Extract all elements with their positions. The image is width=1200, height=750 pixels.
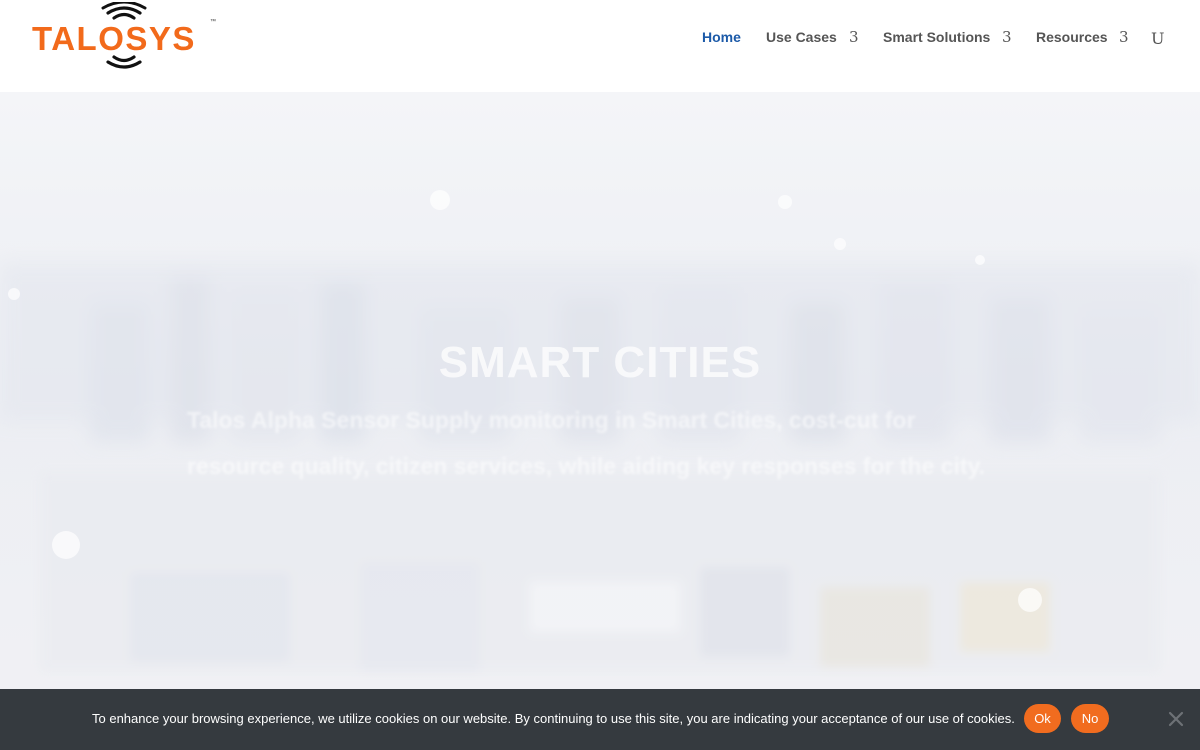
- logo-wordmark: TALOSYS: [32, 20, 196, 57]
- hero-description: Talos Alpha Sensor Supply monitoring in …: [187, 407, 986, 479]
- hero-title: SMART CITIES: [438, 338, 762, 387]
- trademark-symbol: ™: [210, 19, 216, 25]
- chevron-down-icon[interactable]: 3: [1002, 26, 1012, 48]
- cookie-message: To enhance your browsing experience, we …: [92, 711, 1015, 726]
- site-header: TALOSYS ™ Home Use Cases 3 Smart Solutio…: [0, 0, 1200, 92]
- nav-item-resources[interactable]: Resources: [1036, 26, 1108, 48]
- close-icon[interactable]: [1166, 709, 1186, 729]
- hero-section: SMART CITIES Talos Alpha Sensor Supply m…: [0, 92, 1200, 750]
- cookie-consent-bar: To enhance your browsing experience, we …: [0, 689, 1200, 750]
- nav-item-smart-solutions[interactable]: Smart Solutions: [883, 26, 990, 48]
- cookie-ok-button[interactable]: Ok: [1024, 704, 1061, 733]
- chevron-down-icon[interactable]: 3: [849, 26, 859, 48]
- search-icon[interactable]: U: [1151, 28, 1164, 50]
- nav-item-use-cases[interactable]: Use Cases: [766, 26, 837, 48]
- talosys-logo[interactable]: TALOSYS ™: [32, 2, 222, 74]
- main-navigation: Home Use Cases 3 Smart Solutions 3 Resou…: [680, 26, 1200, 50]
- chevron-down-icon[interactable]: 3: [1119, 26, 1129, 48]
- nav-item-home[interactable]: Home: [702, 26, 741, 48]
- cookie-no-button[interactable]: No: [1071, 704, 1109, 733]
